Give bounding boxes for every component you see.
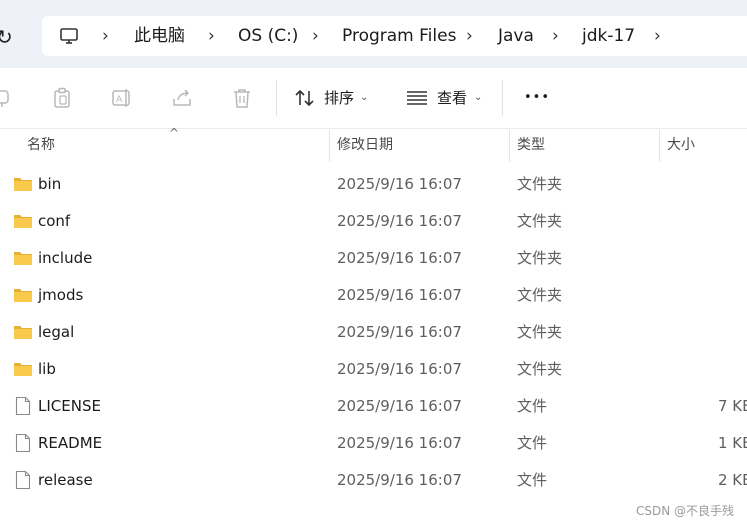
file-type: 文件: [517, 434, 548, 452]
column-header-date[interactable]: 修改日期: [337, 128, 393, 162]
sort-icon: [295, 89, 314, 107]
file-icon: [15, 396, 31, 416]
table-row[interactable]: jmods 2025/9/16 16:07 文件夹: [0, 277, 747, 314]
cut-icon[interactable]: [0, 86, 14, 110]
view-button[interactable]: 查看 ⌄: [406, 84, 490, 112]
file-icon: [15, 433, 31, 453]
file-date: 2025/9/16 16:07: [337, 323, 462, 341]
folder-icon: [14, 178, 32, 191]
column-header-size[interactable]: 大小: [667, 128, 695, 162]
file-type: 文件夹: [517, 360, 563, 378]
folder-icon: [14, 252, 32, 265]
chevron-right-icon: ›: [102, 26, 109, 46]
folder-icon: [14, 289, 32, 302]
chevron-right-icon: ›: [312, 26, 319, 46]
file-type: 文件: [517, 397, 548, 415]
toolbar-divider: [502, 80, 503, 116]
file-name: jmods: [38, 286, 84, 304]
file-name: README: [38, 434, 103, 452]
file-size: 1 KB: [718, 434, 747, 452]
column-header-name[interactable]: 名称: [27, 128, 55, 162]
file-date: 2025/9/16 16:07: [337, 212, 462, 230]
rename-icon[interactable]: A: [110, 86, 134, 110]
sort-label: 排序: [324, 89, 355, 107]
file-name: LICENSE: [38, 397, 101, 415]
file-name: bin: [38, 175, 62, 193]
table-row[interactable]: include 2025/9/16 16:07 文件夹: [0, 240, 747, 277]
folder-icon: [14, 363, 32, 376]
svg-text:A: A: [116, 95, 123, 105]
computer-icon: [60, 28, 78, 44]
file-name: conf: [38, 212, 71, 230]
file-date: 2025/9/16 16:07: [337, 249, 462, 267]
paste-icon[interactable]: [50, 86, 74, 110]
file-date: 2025/9/16 16:07: [337, 471, 462, 489]
sort-ascending-icon: ^: [169, 126, 180, 140]
table-row[interactable]: conf 2025/9/16 16:07 文件夹: [0, 203, 747, 240]
table-row[interactable]: LICENSE 2025/9/16 16:07 文件 7 KB: [0, 388, 747, 425]
file-icon: [15, 470, 31, 490]
column-divider[interactable]: [659, 130, 660, 162]
table-row[interactable]: lib 2025/9/16 16:07 文件夹: [0, 351, 747, 388]
breadcrumb-item-this-pc[interactable]: 此电脑: [134, 16, 185, 56]
file-size: 2 KB: [718, 471, 747, 489]
file-date: 2025/9/16 16:07: [337, 434, 462, 452]
delete-icon[interactable]: [230, 86, 254, 110]
share-icon[interactable]: [170, 86, 194, 110]
chevron-down-icon: ⌄: [360, 92, 369, 103]
command-bar: A 排序 ⌄ 查看 ⌄ •••: [0, 68, 747, 129]
more-options-button[interactable]: •••: [524, 84, 554, 112]
chevron-right-icon: ›: [552, 26, 559, 46]
breadcrumb-item-program-files[interactable]: Program Files: [342, 16, 456, 56]
file-name: lib: [38, 360, 56, 378]
file-date: 2025/9/16 16:07: [337, 175, 462, 193]
toolbar-divider: [276, 80, 277, 116]
table-row[interactable]: legal 2025/9/16 16:07 文件夹: [0, 314, 747, 351]
file-name: legal: [38, 323, 75, 341]
file-date: 2025/9/16 16:07: [337, 397, 462, 415]
chevron-down-icon: ⌄: [474, 92, 483, 103]
column-divider[interactable]: [509, 130, 510, 162]
refresh-icon[interactable]: ↻: [0, 24, 18, 50]
table-row[interactable]: README 2025/9/16 16:07 文件 1 KB: [0, 425, 747, 462]
folder-icon: [14, 215, 32, 228]
column-header-row: ^ 名称 修改日期 类型 大小: [0, 126, 747, 162]
address-bar-area: ↻ › 此电脑 › OS (C:) › Program Files › Java…: [0, 0, 747, 68]
chevron-right-icon: ›: [208, 26, 215, 46]
breadcrumb[interactable]: › 此电脑 › OS (C:) › Program Files › Java ›…: [42, 16, 747, 56]
folder-icon: [14, 326, 32, 339]
view-icon: [407, 91, 427, 105]
file-type: 文件夹: [517, 323, 563, 341]
sort-button[interactable]: 排序 ⌄: [294, 84, 374, 112]
file-date: 2025/9/16 16:07: [337, 286, 462, 304]
file-date: 2025/9/16 16:07: [337, 360, 462, 378]
chevron-right-icon[interactable]: ›: [654, 16, 661, 56]
chevron-right-icon: ›: [466, 26, 473, 46]
file-type: 文件夹: [517, 175, 563, 193]
file-type: 文件夹: [517, 212, 563, 230]
column-header-type[interactable]: 类型: [517, 128, 545, 162]
breadcrumb-item-java[interactable]: Java: [498, 16, 534, 56]
file-name: release: [38, 471, 93, 489]
file-name: include: [38, 249, 93, 267]
table-row[interactable]: bin 2025/9/16 16:07 文件夹: [0, 166, 747, 203]
watermark: CSDN @不良手残: [636, 504, 735, 518]
column-divider[interactable]: [329, 130, 330, 162]
breadcrumb-item-jdk17[interactable]: jdk-17: [582, 16, 635, 56]
breadcrumb-item-c-drive[interactable]: OS (C:): [238, 16, 298, 56]
table-row[interactable]: release 2025/9/16 16:07 文件 2 KB: [0, 462, 747, 499]
view-label: 查看: [437, 89, 468, 107]
file-type: 文件夹: [517, 286, 563, 304]
file-type: 文件: [517, 471, 548, 489]
file-type: 文件夹: [517, 249, 563, 267]
file-size: 7 KB: [718, 397, 747, 415]
